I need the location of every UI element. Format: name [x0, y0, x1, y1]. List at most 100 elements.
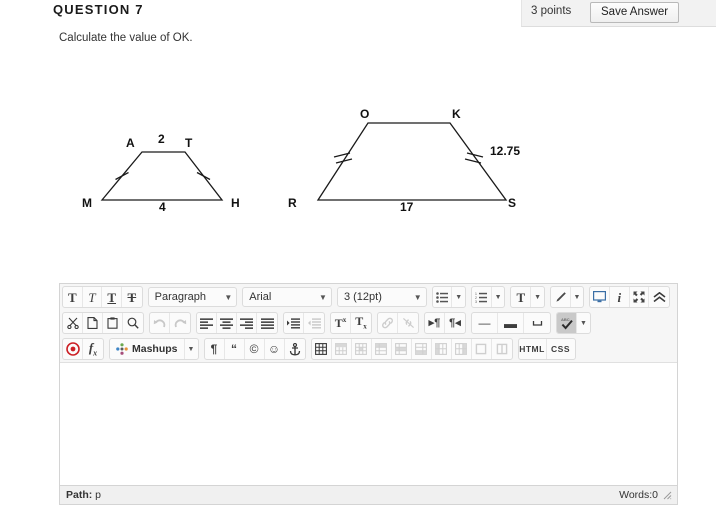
paragraph-style-value: Paragraph	[154, 291, 207, 303]
chevron-down-icon: ▼	[319, 292, 327, 302]
anchor-icon[interactable]	[285, 339, 305, 359]
chevron-down-icon: ▼	[413, 292, 422, 302]
collapse-chevron-up-icon[interactable]	[649, 287, 669, 307]
answer-text-area[interactable]	[60, 362, 677, 485]
emoticon-icon[interactable]: ☺	[265, 339, 285, 359]
indent-icon[interactable]	[284, 313, 304, 333]
align-center-icon[interactable]	[217, 313, 237, 333]
unlink-icon	[398, 313, 418, 333]
path-label: Path:	[66, 489, 93, 501]
merge-cells-icon	[472, 339, 492, 359]
save-answer-button[interactable]: Save Answer	[590, 2, 680, 23]
horizontal-rule-icon[interactable]: ▬	[498, 313, 524, 333]
vertex-label-k: K	[452, 107, 461, 121]
direction-ltr-icon[interactable]: ▸¶	[425, 313, 445, 333]
small-trapezoid-math	[100, 151, 224, 201]
justify-icon[interactable]	[257, 313, 277, 333]
search-icon[interactable]	[123, 313, 143, 333]
font-family-select[interactable]: Arial ▼	[242, 287, 332, 307]
spellcheck-group: ABC ▼	[556, 312, 591, 334]
link-group	[377, 312, 419, 334]
css-source-button[interactable]: CSS	[547, 339, 575, 359]
outdent-icon	[304, 313, 324, 333]
html-source-button[interactable]: HTML	[519, 339, 547, 359]
highlighter-pen-icon[interactable]	[551, 287, 571, 307]
copy-page-icon[interactable]	[83, 313, 103, 333]
path-value[interactable]: p	[95, 489, 101, 501]
trapezoids-svg	[100, 122, 508, 201]
cut-scissors-icon[interactable]	[63, 313, 83, 333]
fullscreen-icon[interactable]	[630, 287, 650, 307]
subscript-icon[interactable]: Tx	[351, 313, 371, 333]
measure-rs-bottom: 17	[400, 200, 414, 214]
highlight-color-group: ▼	[549, 286, 585, 308]
insert-column-before-icon	[432, 339, 452, 359]
spellcheck-icon[interactable]: ABC	[557, 313, 577, 333]
unordered-list-icon[interactable]	[433, 287, 453, 307]
superscript-icon[interactable]: Tx	[331, 313, 351, 333]
insert-special-group: — ▬	[471, 312, 551, 334]
underline-icon[interactable]: T	[102, 287, 123, 307]
history-group	[149, 312, 191, 334]
mashups-button[interactable]: Mashups	[110, 339, 185, 359]
undo-icon	[150, 313, 170, 333]
insert-table-icon[interactable]	[312, 339, 332, 359]
vertex-label-h: H	[231, 196, 240, 210]
resize-grip-icon[interactable]	[662, 490, 673, 501]
word-count: Words:0	[619, 489, 658, 501]
link-icon	[378, 313, 398, 333]
vertex-label-a: A	[126, 136, 135, 150]
pilcrow-icon[interactable]: ¶	[205, 339, 225, 359]
ordered-list-icon[interactable]: 123	[472, 287, 492, 307]
info-icon[interactable]: i	[610, 287, 630, 307]
bold-icon[interactable]: T	[63, 287, 83, 307]
svg-text:3: 3	[475, 300, 477, 303]
redo-icon	[170, 313, 190, 333]
vertex-label-m: M	[82, 196, 92, 210]
paste-clipboard-icon[interactable]	[103, 313, 123, 333]
vertex-label-o: O	[360, 107, 370, 121]
nonbreaking-space-icon[interactable]	[524, 313, 550, 333]
alignment-group	[196, 312, 278, 334]
toolbar-row-3: fx Mashups ▼ ¶ “ © ☺ HTML CSS	[60, 336, 677, 362]
points-bar: 3 points Save Answer	[521, 0, 716, 27]
text-color-icon[interactable]: T	[511, 287, 532, 307]
blockquote-icon[interactable]: “	[225, 339, 245, 359]
element-path: Path: p	[66, 489, 101, 501]
font-size-value: 3 (12pt)	[343, 291, 382, 303]
mashups-chevron-down-icon[interactable]: ▼	[185, 339, 198, 359]
copyright-icon[interactable]: ©	[245, 339, 265, 359]
question-prompt: Calculate the value of OK.	[59, 32, 193, 44]
text-format-group: T T T T	[62, 286, 143, 308]
mashups-label: Mashups	[132, 343, 178, 355]
align-left-icon[interactable]	[197, 313, 217, 333]
indent-group	[283, 312, 325, 334]
vertex-label-r: R	[288, 196, 297, 210]
font-family-value: Arial	[249, 291, 272, 303]
em-dash-icon[interactable]: —	[472, 313, 498, 333]
math-formula-icon[interactable]: fx	[83, 339, 103, 359]
page-title: QUESTION 7	[53, 2, 144, 17]
spellcheck-chevron-down-icon[interactable]: ▼	[577, 313, 590, 333]
align-right-icon[interactable]	[237, 313, 257, 333]
text-color-chevron-down-icon[interactable]: ▼	[531, 287, 544, 307]
points-value: 3 points	[531, 5, 572, 17]
rich-text-editor: T T T T Paragraph ▼ Arial ▼ 3 (12pt) ▼ ▼…	[59, 283, 678, 505]
italic-icon[interactable]: T	[83, 287, 103, 307]
media-group: fx	[62, 338, 104, 360]
paragraph-style-select[interactable]: Paragraph ▼	[147, 287, 238, 307]
unordered-list-chevron-down-icon[interactable]: ▼	[452, 287, 465, 307]
preview-screen-icon[interactable]	[590, 287, 611, 307]
ordered-list-chevron-down-icon[interactable]: ▼	[492, 287, 505, 307]
strikethrough-icon[interactable]: T	[122, 287, 142, 307]
font-size-select[interactable]: 3 (12pt) ▼	[336, 287, 427, 307]
status-right-group: Words:0	[619, 489, 673, 501]
record-icon[interactable]	[63, 339, 83, 359]
highlight-color-chevron-down-icon[interactable]: ▼	[571, 287, 584, 307]
split-cells-icon	[492, 339, 512, 359]
direction-rtl-icon[interactable]: ¶◂	[445, 313, 465, 333]
editor-extras-group: i	[589, 286, 670, 308]
measure-mh-bottom: 4	[159, 200, 166, 214]
measure-ks-leg: 12.75	[490, 144, 521, 158]
insert-row-before-icon	[372, 339, 392, 359]
